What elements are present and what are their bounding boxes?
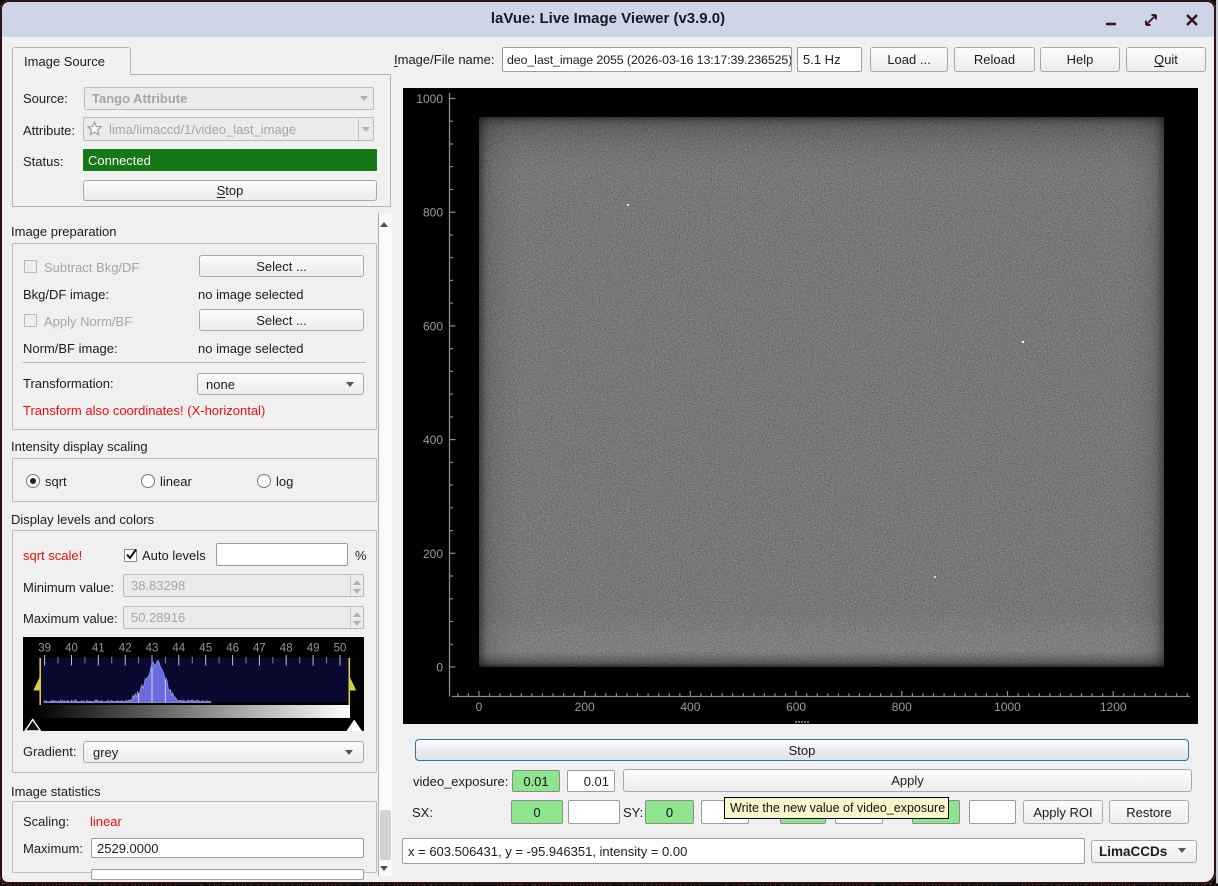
svg-text:44: 44 <box>172 643 185 655</box>
svg-text:47: 47 <box>253 643 266 655</box>
svg-text:1000: 1000 <box>416 92 443 106</box>
svg-text:39: 39 <box>38 643 51 655</box>
svg-text:800: 800 <box>892 700 912 714</box>
svg-text:50: 50 <box>334 643 347 655</box>
svg-text:400: 400 <box>423 433 443 447</box>
svg-text:1000: 1000 <box>994 700 1021 714</box>
svg-text:49: 49 <box>307 643 320 655</box>
svg-text:43: 43 <box>146 643 159 655</box>
svg-text:200: 200 <box>575 700 595 714</box>
svg-text:800: 800 <box>423 206 443 220</box>
svg-text:40: 40 <box>65 643 78 655</box>
svg-text:0: 0 <box>436 661 443 675</box>
svg-text:600: 600 <box>786 700 806 714</box>
svg-text:0: 0 <box>476 700 483 714</box>
svg-text:45: 45 <box>199 643 212 655</box>
svg-text:48: 48 <box>280 643 293 655</box>
svg-text:600: 600 <box>423 319 443 333</box>
svg-text:200: 200 <box>423 547 443 561</box>
svg-text:1200: 1200 <box>1100 700 1127 714</box>
svg-text:42: 42 <box>119 643 132 655</box>
svg-text:41: 41 <box>92 643 105 655</box>
svg-text:400: 400 <box>680 700 700 714</box>
svg-text:46: 46 <box>226 643 239 655</box>
